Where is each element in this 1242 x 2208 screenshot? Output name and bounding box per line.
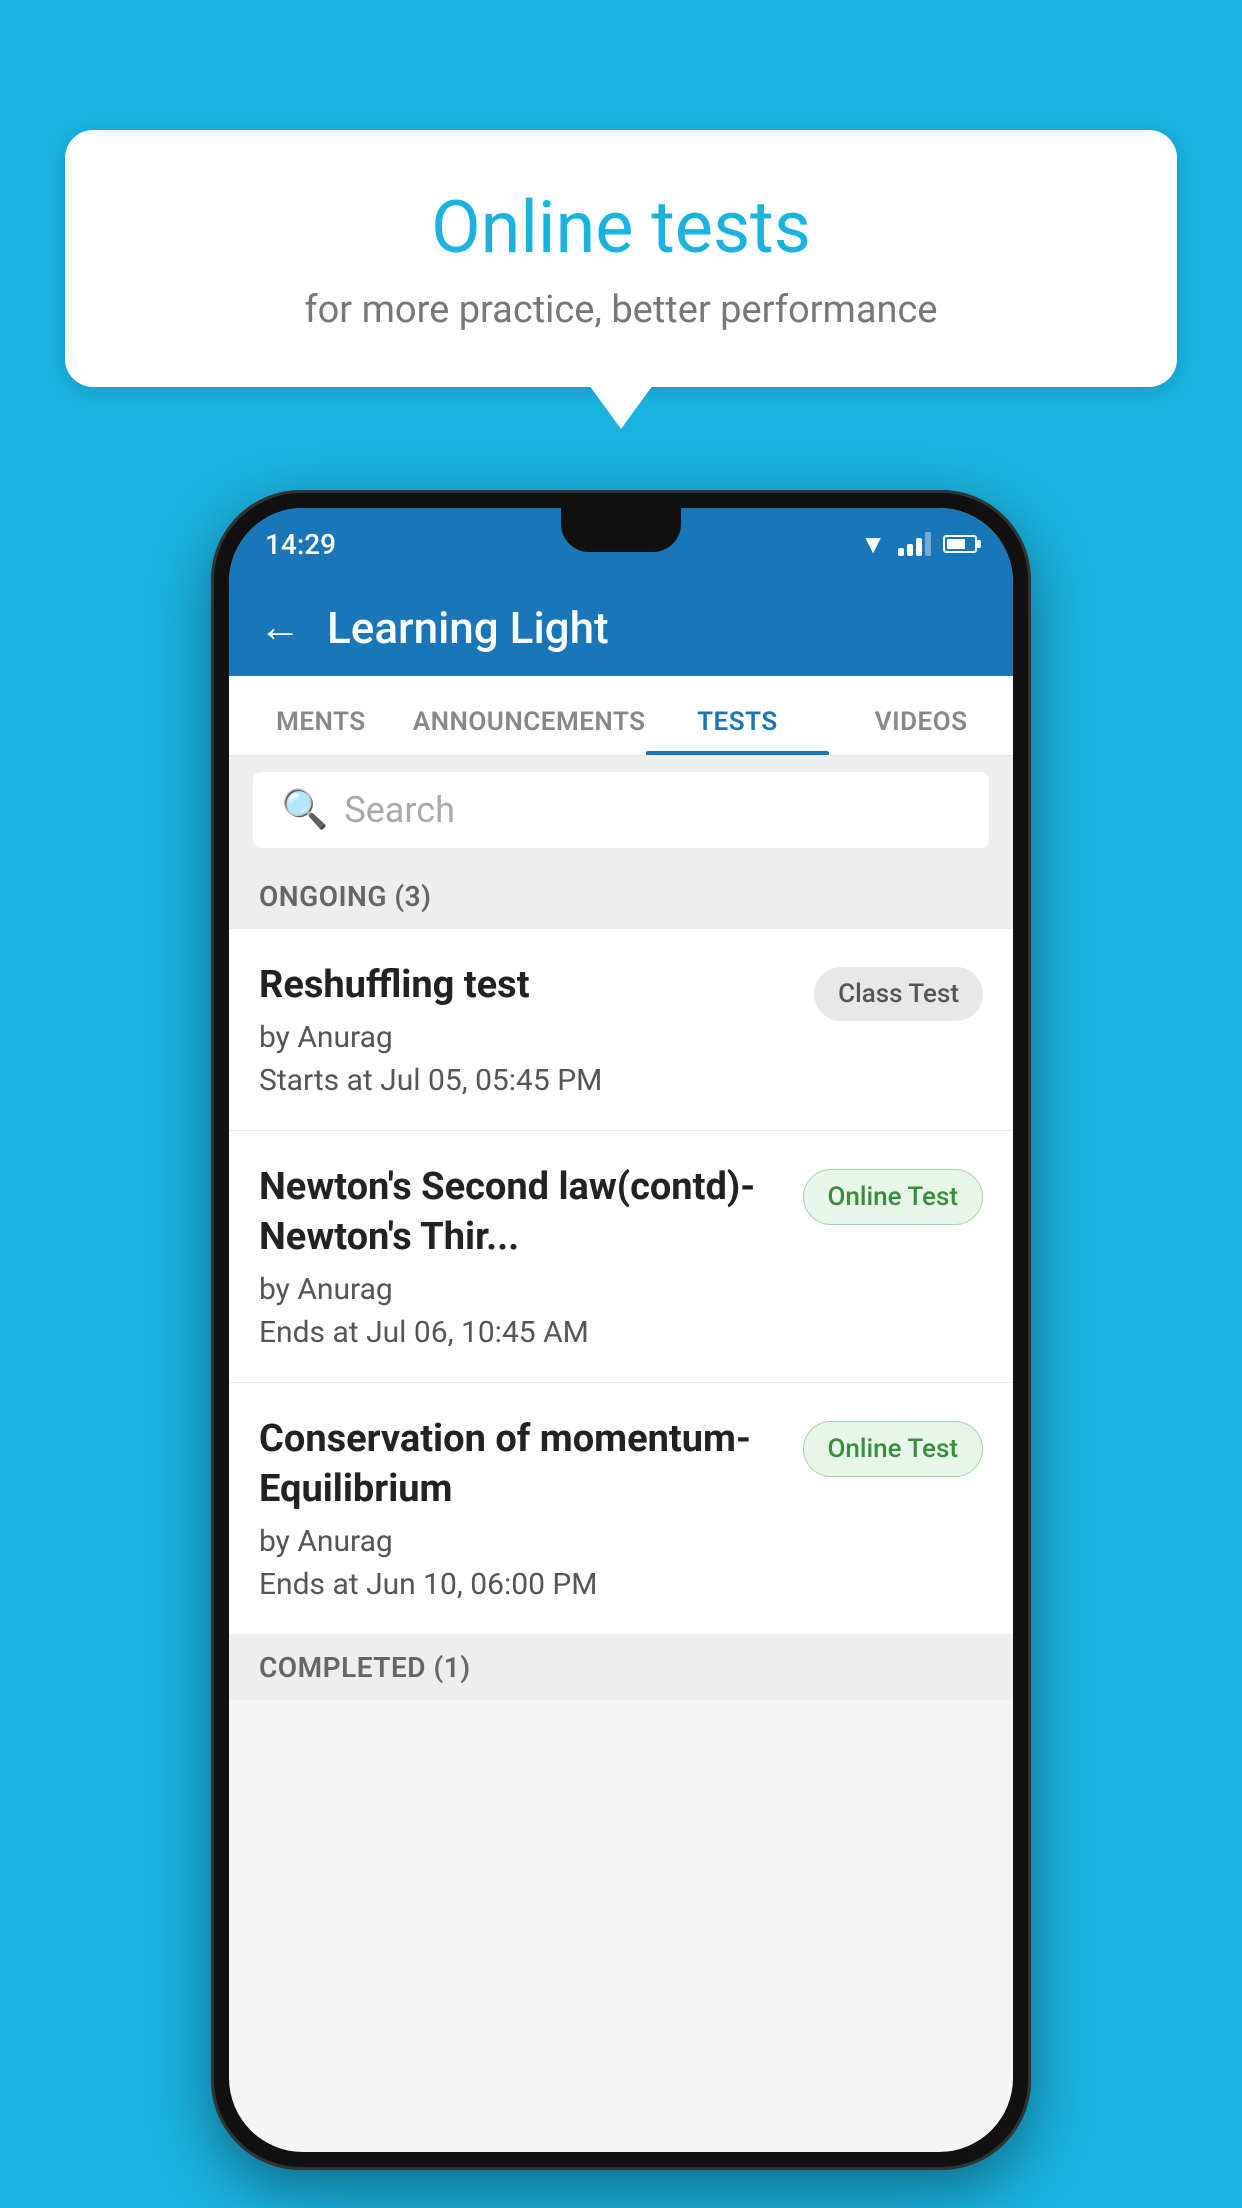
status-time: 14:29	[265, 528, 336, 561]
test-badge-3: Online Test	[803, 1421, 984, 1477]
test-item-2[interactable]: Newton's Second law(contd)-Newton's Thir…	[229, 1131, 1013, 1383]
status-bar: 14:29 ▼	[229, 508, 1013, 580]
ongoing-section-header: ONGOING (3)	[229, 864, 1013, 929]
bubble-title: Online tests	[125, 185, 1117, 270]
status-icons: ▼	[860, 529, 977, 560]
test-list: Reshuffling test by Anurag Starts at Jul…	[229, 929, 1013, 1635]
signal-bar-2	[907, 544, 913, 556]
test-author-3: by Anurag	[259, 1524, 783, 1559]
test-time-label-1: Starts at	[259, 1063, 373, 1098]
test-item-2-content: Newton's Second law(contd)-Newton's Thir…	[259, 1163, 803, 1350]
app-header: ← Learning Light	[229, 580, 1013, 676]
tab-videos[interactable]: VIDEOS	[829, 707, 1013, 755]
test-time-value-2: Jul 06, 10:45 AM	[366, 1315, 589, 1350]
phone-body: 14:29 ▼ ← Learni	[211, 490, 1031, 2170]
phone-screen: 14:29 ▼ ← Learni	[229, 508, 1013, 2152]
test-badge-2: Online Test	[803, 1169, 984, 1225]
search-bar[interactable]: 🔍 Search	[253, 772, 989, 848]
test-author-2: by Anurag	[259, 1272, 783, 1307]
tab-tests[interactable]: TESTS	[646, 707, 830, 755]
test-item-3-content: Conservation of momentum-Equilibrium by …	[259, 1415, 803, 1602]
phone-container: 14:29 ▼ ← Learni	[211, 490, 1031, 2170]
test-item-3[interactable]: Conservation of momentum-Equilibrium by …	[229, 1383, 1013, 1635]
test-time-3: Ends at Jun 10, 06:00 PM	[259, 1567, 783, 1602]
test-time-value-1: Jul 05, 05:45 PM	[380, 1063, 602, 1098]
signal-bar-1	[898, 548, 904, 556]
signal-bars	[898, 532, 931, 556]
tab-announcements[interactable]: ANNOUNCEMENTS	[413, 707, 646, 755]
tab-ments[interactable]: MENTS	[229, 707, 413, 755]
test-item-1-content: Reshuffling test by Anurag Starts at Jul…	[259, 961, 814, 1098]
signal-bar-4	[925, 532, 931, 556]
speech-bubble-container: Online tests for more practice, better p…	[65, 130, 1177, 387]
test-time-1: Starts at Jul 05, 05:45 PM	[259, 1063, 794, 1098]
battery-fill	[947, 539, 965, 549]
test-time-label-3: Ends at	[259, 1567, 359, 1602]
test-author-1: by Anurag	[259, 1020, 794, 1055]
test-title-1: Reshuffling test	[259, 961, 794, 1010]
test-title-2: Newton's Second law(contd)-Newton's Thir…	[259, 1163, 783, 1262]
test-time-2: Ends at Jul 06, 10:45 AM	[259, 1315, 783, 1350]
test-badge-1: Class Test	[814, 967, 983, 1021]
back-button[interactable]: ←	[259, 607, 301, 649]
test-time-label-2: Ends at	[259, 1315, 359, 1350]
test-item-1[interactable]: Reshuffling test by Anurag Starts at Jul…	[229, 929, 1013, 1131]
phone-notch	[561, 508, 681, 552]
test-title-3: Conservation of momentum-Equilibrium	[259, 1415, 783, 1514]
speech-bubble: Online tests for more practice, better p…	[65, 130, 1177, 387]
search-placeholder: Search	[344, 789, 455, 831]
search-icon: 🔍	[281, 788, 328, 832]
signal-bar-3	[916, 538, 922, 556]
app-title: Learning Light	[327, 602, 609, 654]
test-time-value-3: Jun 10, 06:00 PM	[366, 1567, 597, 1602]
bubble-subtitle: for more practice, better performance	[125, 288, 1117, 332]
search-container: 🔍 Search	[229, 756, 1013, 864]
completed-section-header: COMPLETED (1)	[229, 1635, 1013, 1700]
battery-icon	[943, 535, 977, 553]
wifi-icon: ▼	[860, 529, 886, 560]
tabs-bar: MENTS ANNOUNCEMENTS TESTS VIDEOS	[229, 676, 1013, 756]
